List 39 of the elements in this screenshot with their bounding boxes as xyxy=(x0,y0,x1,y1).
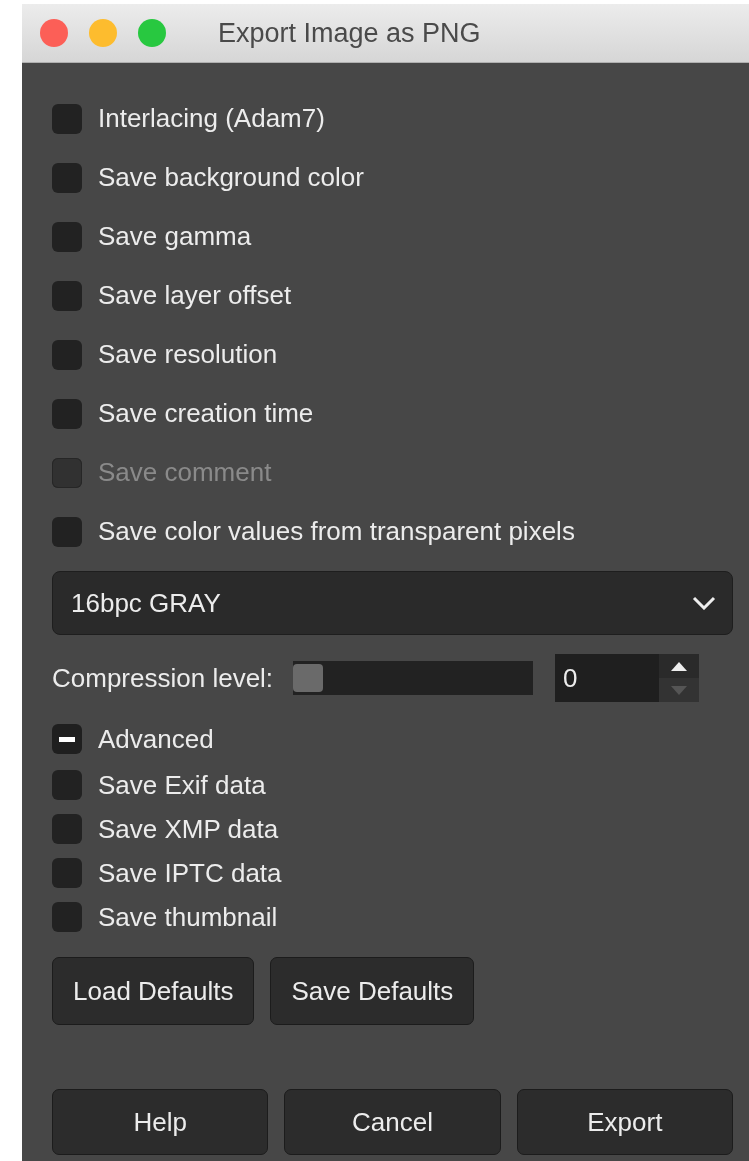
checkbox-label: Interlacing (Adam7) xyxy=(98,103,325,134)
checkbox[interactable] xyxy=(52,516,82,547)
dialog-button[interactable]: Help xyxy=(52,1089,269,1155)
checkbox-label: Save resolution xyxy=(98,339,278,370)
defaults-button[interactable]: Load Defaults xyxy=(52,957,255,1025)
checkbox-label: Save layer offset xyxy=(98,280,292,311)
checkbox-label: Save comment xyxy=(98,457,272,488)
checkbox-label: Save color values from transparent pixels xyxy=(98,516,575,547)
dialog-button[interactable]: Export xyxy=(516,1089,733,1155)
checkbox[interactable] xyxy=(52,221,82,252)
zoom-button[interactable] xyxy=(138,19,166,47)
checkbox-label: Save gamma xyxy=(98,221,252,252)
checkbox-label: Save thumbnail xyxy=(98,901,278,933)
checkbox-label: Save creation time xyxy=(98,398,314,429)
defaults-button[interactable]: Save Defaults xyxy=(270,957,475,1025)
checkbox[interactable] xyxy=(52,770,82,800)
checkbox[interactable] xyxy=(52,858,82,888)
checkbox-label: Save XMP data xyxy=(98,813,279,845)
window-title: Export Image as PNG xyxy=(218,17,481,49)
slider-thumb[interactable] xyxy=(293,664,324,692)
checkbox[interactable] xyxy=(52,398,82,429)
dialog-button[interactable]: Cancel xyxy=(284,1089,501,1155)
minimize-button[interactable] xyxy=(89,19,117,47)
checkbox[interactable] xyxy=(52,814,82,844)
checkbox[interactable] xyxy=(52,902,82,932)
expander-toggle[interactable] xyxy=(52,724,82,754)
expander-label: Advanced xyxy=(98,723,214,755)
checkbox[interactable] xyxy=(52,339,82,370)
format-dropdown[interactable]: 16bpc GRAY xyxy=(52,571,733,635)
checkbox[interactable] xyxy=(52,162,82,193)
compression-label: Compression level: xyxy=(52,662,274,694)
close-button[interactable] xyxy=(40,19,68,47)
slider-track[interactable] xyxy=(293,661,534,695)
checkbox-label: Save Exif data xyxy=(98,769,266,801)
checkbox[interactable] xyxy=(52,280,82,311)
chevron-down-icon xyxy=(692,596,716,610)
checkbox-label: Save background color xyxy=(98,162,364,193)
checkbox[interactable] xyxy=(52,103,82,134)
checkbox-label: Save IPTC data xyxy=(98,857,282,889)
